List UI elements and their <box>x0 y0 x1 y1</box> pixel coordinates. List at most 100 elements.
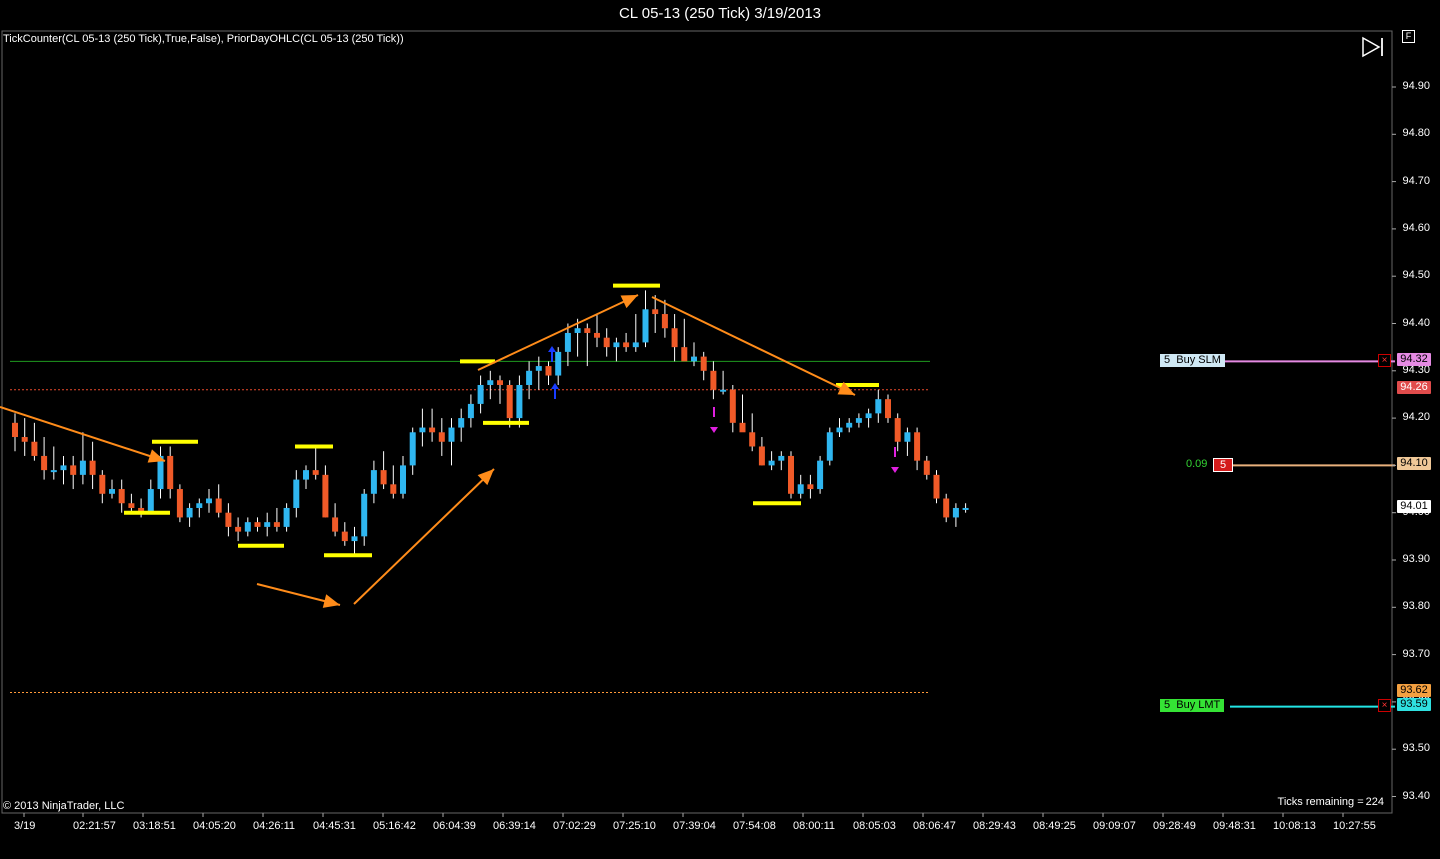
candle-body <box>167 455 174 490</box>
position-qty[interactable]: 5 <box>1213 458 1233 472</box>
candle-body <box>21 437 28 442</box>
candle-body <box>254 522 261 527</box>
buy-lmt-price-tag: 93.59 <box>1397 698 1431 711</box>
trend-arrow-line <box>651 296 856 396</box>
candle-body <box>681 347 688 362</box>
buy-lmt-qty: 5 <box>1164 699 1171 711</box>
candle-body <box>661 314 668 329</box>
buy-lmt-order-tag[interactable]: 5 Buy LMT <box>1160 699 1225 712</box>
candle-body <box>768 460 775 466</box>
cancel-buy-slm-icon[interactable]: × <box>1378 354 1391 367</box>
time-axis-label: 02:21:57 <box>73 820 116 832</box>
candle-body <box>535 366 542 371</box>
candle-body <box>594 332 600 338</box>
candle-body <box>778 455 785 461</box>
candle-body <box>273 522 280 527</box>
price-axis-label: 93.70 <box>1402 647 1430 660</box>
candle-body <box>865 413 872 419</box>
candle-body <box>749 432 756 447</box>
candle-body <box>147 489 154 513</box>
sell-signal-arrow-icon <box>891 467 899 473</box>
candle-body <box>12 422 18 438</box>
candle-body <box>574 328 581 333</box>
candle-body <box>186 507 193 518</box>
candle-body <box>390 484 397 494</box>
time-axis-label: 06:39:14 <box>493 820 536 832</box>
time-axis-label: 09:28:49 <box>1153 820 1196 832</box>
plot-border <box>1 30 1393 814</box>
candle-body <box>613 342 620 348</box>
candle-body <box>952 507 959 518</box>
candle-body <box>885 399 891 419</box>
candle-body <box>448 427 455 442</box>
candle-body <box>215 498 222 513</box>
candle-body <box>914 432 921 461</box>
candle-body <box>497 380 503 385</box>
time-axis-label: 10:08:13 <box>1273 820 1316 832</box>
candle-body <box>526 370 533 385</box>
cancel-buy-lmt-icon[interactable]: × <box>1378 699 1391 712</box>
scroll-to-end-icon[interactable] <box>1361 36 1385 58</box>
candle-body <box>729 389 736 423</box>
candle-body <box>720 389 727 392</box>
chart-area[interactable] <box>0 27 1440 859</box>
candle-body <box>632 342 639 348</box>
buy-slm-label: Buy SLM <box>1176 354 1221 366</box>
candle-body <box>836 427 843 433</box>
candle-body <box>196 503 203 508</box>
candle-body <box>700 356 707 371</box>
candle-body <box>128 503 135 508</box>
candle-body <box>264 522 271 527</box>
price-axis-label: 94.90 <box>1402 80 1430 92</box>
candle-body <box>244 522 251 532</box>
candle-body <box>235 526 242 532</box>
candle-body <box>60 465 67 471</box>
buy-slm-price-tag: 94.32 <box>1397 353 1431 366</box>
indicator-label: TickCounter(CL 05-13 (250 Tick),True,Fal… <box>3 33 404 45</box>
time-axis-label: 08:00:11 <box>793 820 836 832</box>
candle-body <box>118 489 125 504</box>
time-axis-label: 08:05:03 <box>853 820 896 832</box>
candle-body <box>312 470 319 475</box>
candle-body <box>846 422 853 428</box>
candle-body <box>691 356 697 362</box>
last-price-tag: 94.01 <box>1397 500 1431 513</box>
candle-body <box>545 366 552 376</box>
candle-body <box>50 470 57 473</box>
candle-body <box>458 418 465 428</box>
candle-body <box>943 498 950 518</box>
time-axis-label: 09:09:07 <box>1093 820 1136 832</box>
price-axis-label: 93.80 <box>1402 600 1430 613</box>
sell-signal-arrow-icon <box>710 427 718 433</box>
candle-body <box>758 446 765 466</box>
candle-body <box>623 342 630 348</box>
candle-body <box>817 460 824 490</box>
candle-body <box>322 474 329 518</box>
price-axis-label: 94.40 <box>1402 316 1430 329</box>
time-axis-label: 07:25:10 <box>613 820 656 832</box>
price-axis-label: 94.50 <box>1402 269 1430 282</box>
f-button[interactable]: F <box>1402 30 1415 43</box>
candle-body <box>370 470 377 494</box>
price-axis-label: 93.40 <box>1402 789 1430 802</box>
candle-body <box>409 432 416 466</box>
copyright-text: © 2013 NinjaTrader, LLC <box>3 800 125 812</box>
candle-body <box>429 427 436 433</box>
candle-body <box>555 351 562 376</box>
candle-body <box>642 309 649 343</box>
candle-body <box>419 427 426 433</box>
price-axis-label: 94.70 <box>1402 174 1430 187</box>
price-chart[interactable] <box>0 27 1440 859</box>
time-axis-label: 04:05:20 <box>193 820 236 832</box>
candle-body <box>89 460 96 475</box>
candle-body <box>109 489 115 494</box>
candle-body <box>332 517 339 532</box>
candle-body <box>894 418 901 442</box>
candle-body <box>79 460 86 475</box>
buy-slm-qty: 5 <box>1164 354 1171 366</box>
prior-high-price-tag: 94.26 <box>1397 381 1431 394</box>
candle-body <box>41 455 48 471</box>
price-axis-label: 93.50 <box>1402 742 1430 755</box>
buy-slm-order-tag[interactable]: 5 Buy SLM <box>1160 354 1225 367</box>
time-axis-label: 03:18:51 <box>133 820 176 832</box>
